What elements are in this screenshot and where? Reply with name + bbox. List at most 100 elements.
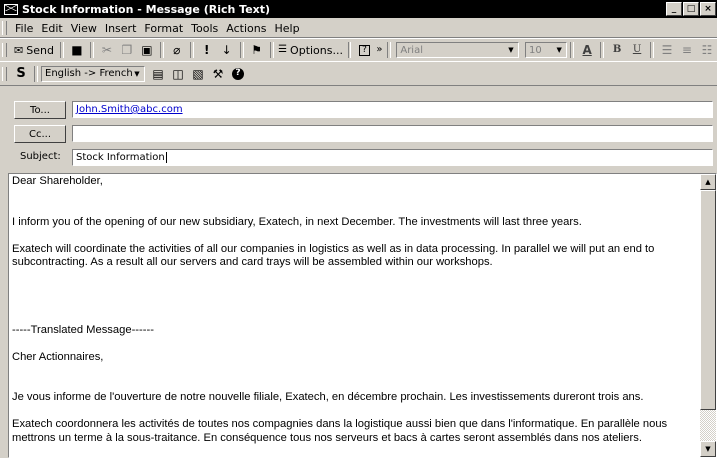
- toolbar-grip[interactable]: [2, 66, 7, 81]
- send-icon: ✉: [14, 43, 24, 57]
- importance-high-button[interactable]: !: [198, 41, 216, 59]
- window-title: Stock Information - Message (Rich Text): [22, 2, 271, 16]
- body-line: [12, 310, 699, 324]
- vertical-scrollbar[interactable]: ▲ ▼: [700, 174, 716, 457]
- subject-row: Subject: Stock Information: [0, 147, 717, 169]
- font-name-select[interactable]: Arial ▼: [396, 42, 519, 58]
- maximize-button[interactable]: □: [683, 2, 699, 16]
- message-body[interactable]: Dear Shareholder, I inform you of the op…: [8, 173, 717, 458]
- chevron-down-icon: ▼: [556, 46, 562, 54]
- importance-low-button[interactable]: ↓: [218, 41, 236, 59]
- dictionary-button[interactable]: ◫: [169, 65, 187, 83]
- menu-edit[interactable]: Edit: [37, 22, 66, 35]
- standard-toolbar: ✉ Send ■ ✂ ❐ ▣ ⌀ ! ↓ ⚑ ☰ Options... ? » …: [0, 38, 717, 62]
- body-line: Je vous informe de l'ouverture de notre …: [12, 391, 644, 403]
- to-button[interactable]: To...: [14, 101, 66, 119]
- save-icon: ■: [71, 43, 83, 57]
- toolbar-separator: [239, 42, 244, 58]
- toolbar-separator: [89, 42, 94, 58]
- font-name-value: Arial: [400, 44, 423, 56]
- bold-icon: B: [612, 44, 622, 55]
- cc-field[interactable]: [72, 125, 713, 142]
- toolbar-separator: [159, 42, 164, 58]
- attach-icon: ⌀: [173, 43, 181, 57]
- glossary-button[interactable]: ▧: [189, 65, 207, 83]
- font-color-button[interactable]: A: [578, 41, 596, 59]
- send-button[interactable]: ✉ Send: [12, 41, 56, 59]
- flag-icon: ⚑: [251, 43, 262, 57]
- toolbar-grip[interactable]: [2, 43, 7, 57]
- translate-help-button[interactable]: ?: [229, 65, 247, 83]
- translate-icon: S: [16, 66, 26, 81]
- toolbar-separator: [189, 42, 194, 58]
- glossary-icon: ▧: [192, 66, 204, 81]
- align-center-button[interactable]: ≡: [678, 41, 696, 59]
- options-button[interactable]: ☰ Options...: [278, 41, 344, 59]
- to-row: To... John.Smith@abc.com: [0, 99, 717, 121]
- font-size-select[interactable]: 10 ▼: [524, 42, 568, 58]
- copy-icon: ❐: [121, 43, 133, 57]
- options-icon: ☰: [278, 44, 288, 55]
- toolbar-separator: [269, 42, 274, 58]
- menu-format[interactable]: Format: [140, 22, 187, 35]
- help-button[interactable]: ?: [355, 41, 373, 59]
- tools-button[interactable]: ⚒: [209, 65, 227, 83]
- body-line: Exatech will coordinate the activities o…: [12, 242, 655, 269]
- body-line: Dear Shareholder,: [12, 175, 103, 187]
- envelope-icon: [4, 3, 18, 15]
- body-line: [12, 283, 699, 297]
- toolbar-separator: [34, 65, 38, 82]
- language-pair-select[interactable]: English -> French ▼: [41, 65, 145, 82]
- font-size-value: 10: [528, 44, 542, 56]
- body-line: [12, 229, 699, 243]
- subject-field[interactable]: Stock Information: [72, 149, 713, 166]
- menu-insert[interactable]: Insert: [101, 22, 141, 35]
- menu-actions[interactable]: Actions: [222, 22, 270, 35]
- to-recipient[interactable]: John.Smith@abc.com: [76, 104, 183, 115]
- menu-view[interactable]: View: [67, 22, 101, 35]
- toolbar-separator: [60, 42, 64, 58]
- minimize-button[interactable]: _: [666, 2, 682, 16]
- translate-button[interactable]: S: [12, 65, 30, 83]
- properties-icon: ▤: [152, 66, 164, 81]
- copy-button[interactable]: ❐: [118, 41, 136, 59]
- save-button[interactable]: ■: [68, 41, 86, 59]
- scroll-down-icon: ▼: [705, 445, 711, 453]
- scroll-thumb[interactable]: [700, 190, 716, 410]
- bullets-icon: ☷: [701, 43, 713, 57]
- flag-button[interactable]: ⚑: [248, 41, 266, 59]
- scroll-up-button[interactable]: ▲: [700, 174, 716, 190]
- properties-button[interactable]: ▤: [149, 65, 167, 83]
- underline-button[interactable]: U: [628, 41, 646, 59]
- importance-high-icon: !: [203, 43, 210, 57]
- scroll-track[interactable]: [700, 410, 716, 441]
- menu-help[interactable]: Help: [270, 22, 303, 35]
- more-buttons[interactable]: »: [375, 41, 383, 59]
- toolbar-separator: [347, 42, 352, 58]
- attach-button[interactable]: ⌀: [168, 41, 186, 59]
- menu-grip[interactable]: [2, 21, 7, 35]
- align-left-button[interactable]: ☰: [658, 41, 676, 59]
- body-line: [12, 337, 699, 351]
- close-button[interactable]: ×: [700, 2, 716, 16]
- subject-label: Subject:: [20, 151, 61, 162]
- scroll-down-button[interactable]: ▼: [700, 441, 716, 457]
- paste-button[interactable]: ▣: [138, 41, 156, 59]
- message-header: To... John.Smith@abc.com Cc... Subject: …: [0, 85, 717, 171]
- body-line: [12, 189, 699, 203]
- body-line: [12, 364, 699, 378]
- bold-button[interactable]: B: [608, 41, 626, 59]
- menu-tools[interactable]: Tools: [187, 22, 222, 35]
- cut-icon: ✂: [101, 43, 112, 57]
- cut-button[interactable]: ✂: [98, 41, 116, 59]
- body-line: I inform you of the opening of our new s…: [12, 215, 582, 228]
- menu-file[interactable]: File: [11, 22, 37, 35]
- to-field[interactable]: John.Smith@abc.com: [72, 101, 713, 118]
- body-line: [12, 297, 699, 311]
- bullets-button[interactable]: ☷: [698, 41, 716, 59]
- message-text[interactable]: Dear Shareholder, I inform you of the op…: [12, 175, 699, 445]
- toolbar-separator: [387, 42, 392, 58]
- cc-button[interactable]: Cc...: [14, 125, 66, 143]
- body-line: [12, 405, 699, 419]
- cc-row: Cc...: [0, 123, 717, 145]
